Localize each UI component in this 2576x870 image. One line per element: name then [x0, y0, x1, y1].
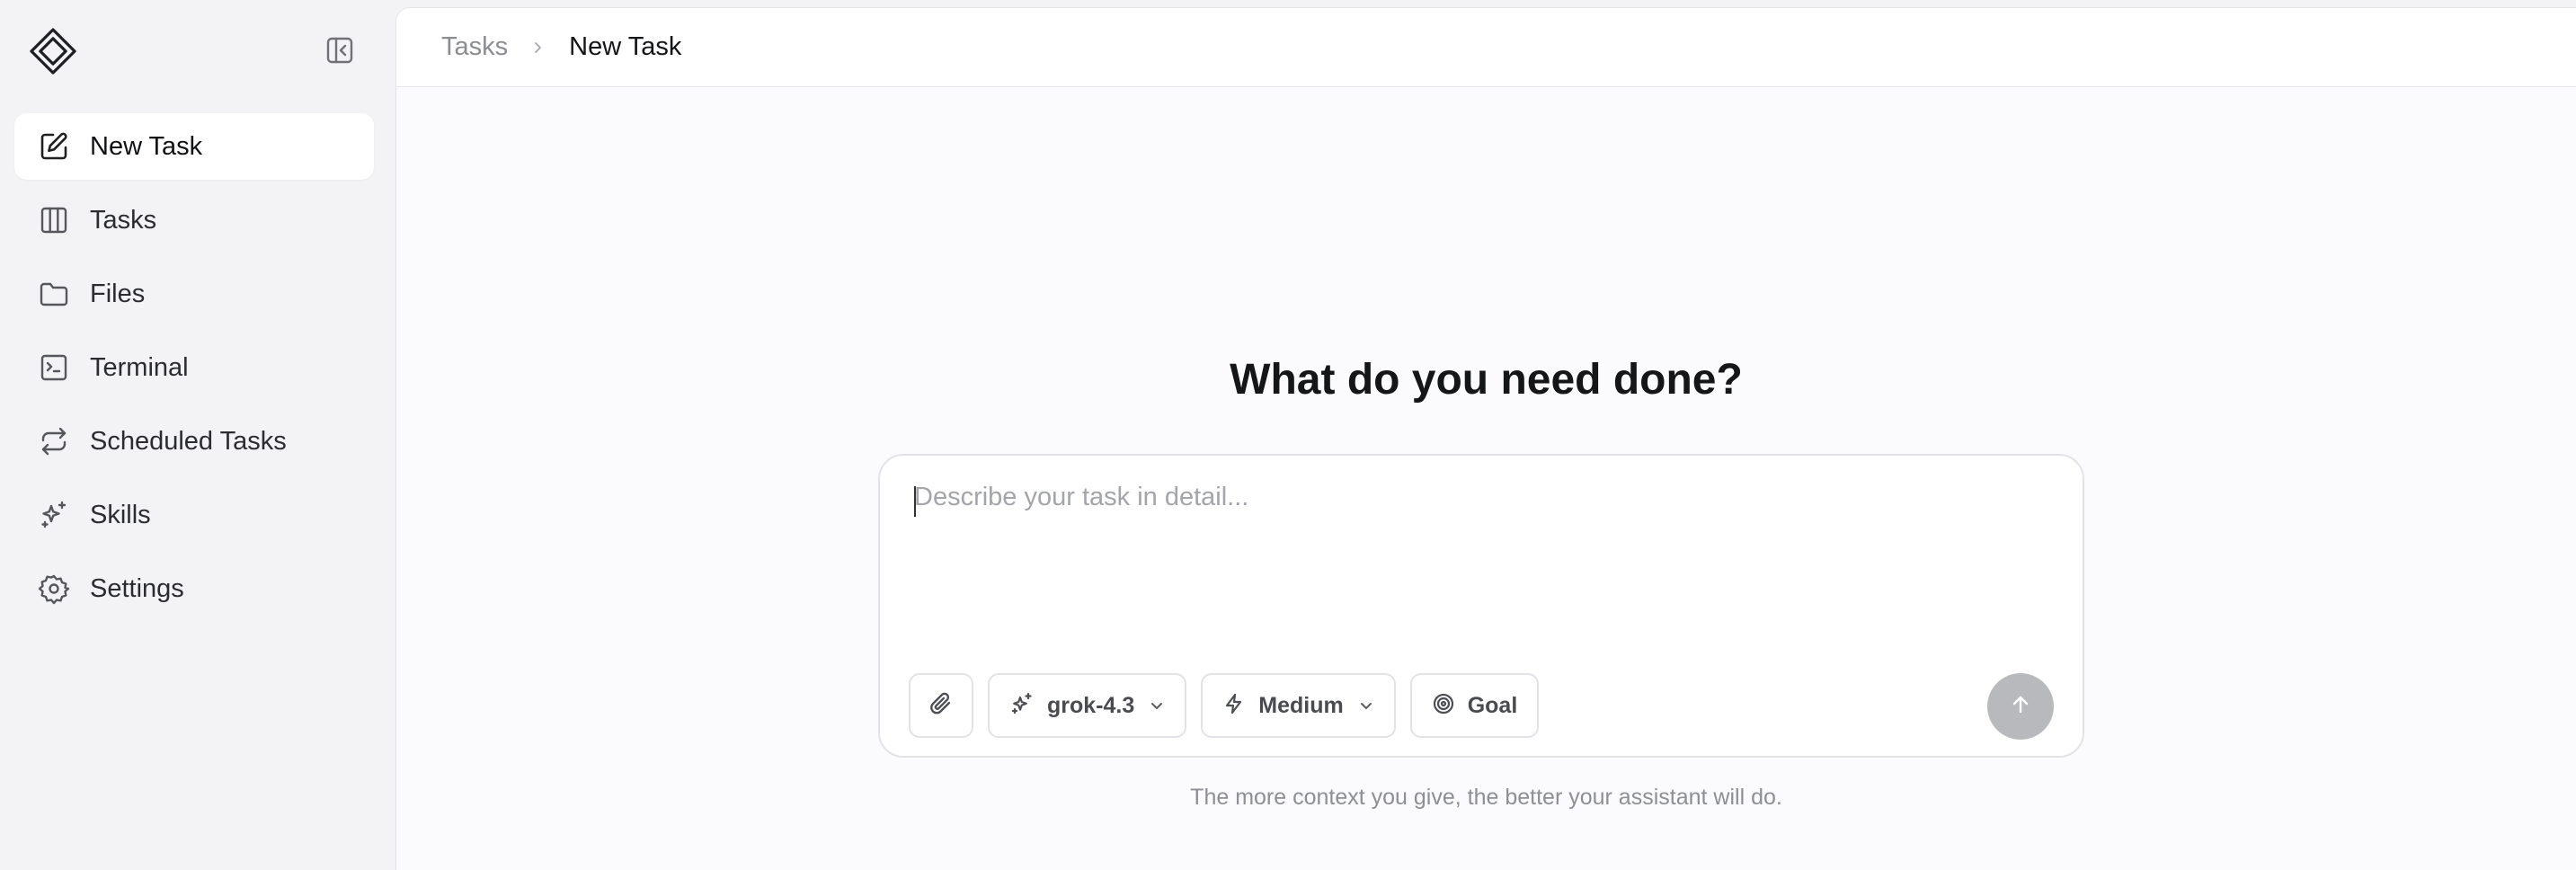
sidebar-item-tasks[interactable]: Tasks — [14, 187, 374, 253]
lightning-icon — [1222, 692, 1246, 720]
sidebar-item-terminal[interactable]: Terminal — [14, 334, 374, 401]
chevron-down-icon — [1358, 697, 1374, 714]
columns-icon — [36, 202, 72, 238]
paperclip-icon — [928, 690, 955, 722]
goal-button[interactable]: Goal — [1409, 673, 1540, 738]
main-panel: Tasks New Task What do you need done? De… — [395, 7, 2576, 870]
task-composer: grok-4.3 Medium — [878, 454, 2084, 758]
sidebar-item-skills[interactable]: Skills — [14, 482, 374, 548]
sidebar-item-label: Skills — [90, 500, 151, 529]
app-logo-icon[interactable] — [25, 23, 81, 79]
composer-hint: The more context you give, the better yo… — [1190, 785, 1782, 810]
sidebar-item-label: Terminal — [90, 352, 189, 382]
breadcrumb: Tasks New Task — [396, 8, 2576, 87]
breadcrumb-current: New Task — [569, 32, 682, 61]
edit-icon — [36, 129, 72, 164]
repeat-icon — [36, 423, 72, 459]
attach-button[interactable] — [909, 673, 973, 738]
chevron-down-icon — [1149, 697, 1165, 714]
sparkles-icon — [1009, 691, 1035, 721]
sidebar-item-scheduled-tasks[interactable]: Scheduled Tasks — [14, 408, 374, 475]
sidebar-item-new-task[interactable]: New Task — [14, 113, 374, 180]
page-title: What do you need done? — [1230, 356, 1743, 404]
effort-label: Medium — [1258, 692, 1344, 718]
chevron-right-icon — [531, 40, 546, 55]
folder-icon — [36, 276, 72, 312]
sparkles-icon — [36, 497, 72, 533]
sidebar: New Task Tasks Files Terminal Scheduled … — [0, 0, 395, 870]
sidebar-item-files[interactable]: Files — [14, 261, 374, 327]
text-cursor — [914, 486, 916, 517]
model-select[interactable]: grok-4.3 — [988, 673, 1187, 738]
sidebar-item-label: Settings — [90, 573, 184, 603]
target-icon — [1432, 692, 1455, 720]
send-button[interactable] — [1987, 673, 2054, 740]
sidebar-nav: New Task Tasks Files Terminal Scheduled … — [14, 113, 374, 629]
goal-label: Goal — [1467, 692, 1518, 718]
sidebar-item-label: Scheduled Tasks — [90, 426, 287, 456]
arrow-up-icon — [2008, 692, 2033, 722]
gear-icon — [36, 571, 72, 607]
sidebar-collapse-icon — [324, 35, 355, 70]
model-label: grok-4.3 — [1047, 692, 1135, 718]
sidebar-collapse-button[interactable] — [318, 34, 361, 70]
breadcrumb-tasks-link[interactable]: Tasks — [441, 32, 508, 62]
sidebar-item-label: New Task — [90, 131, 203, 161]
app-window: New Task Tasks Files Terminal Scheduled … — [0, 0, 2576, 870]
sidebar-item-label: Files — [90, 279, 146, 308]
sidebar-item-settings[interactable]: Settings — [14, 555, 374, 622]
effort-select[interactable]: Medium — [1201, 673, 1396, 738]
sidebar-item-label: Tasks — [90, 205, 157, 235]
terminal-icon — [36, 350, 72, 386]
composer-toolbar: grok-4.3 Medium Goal — [909, 673, 1553, 738]
task-input[interactable] — [914, 483, 2047, 590]
